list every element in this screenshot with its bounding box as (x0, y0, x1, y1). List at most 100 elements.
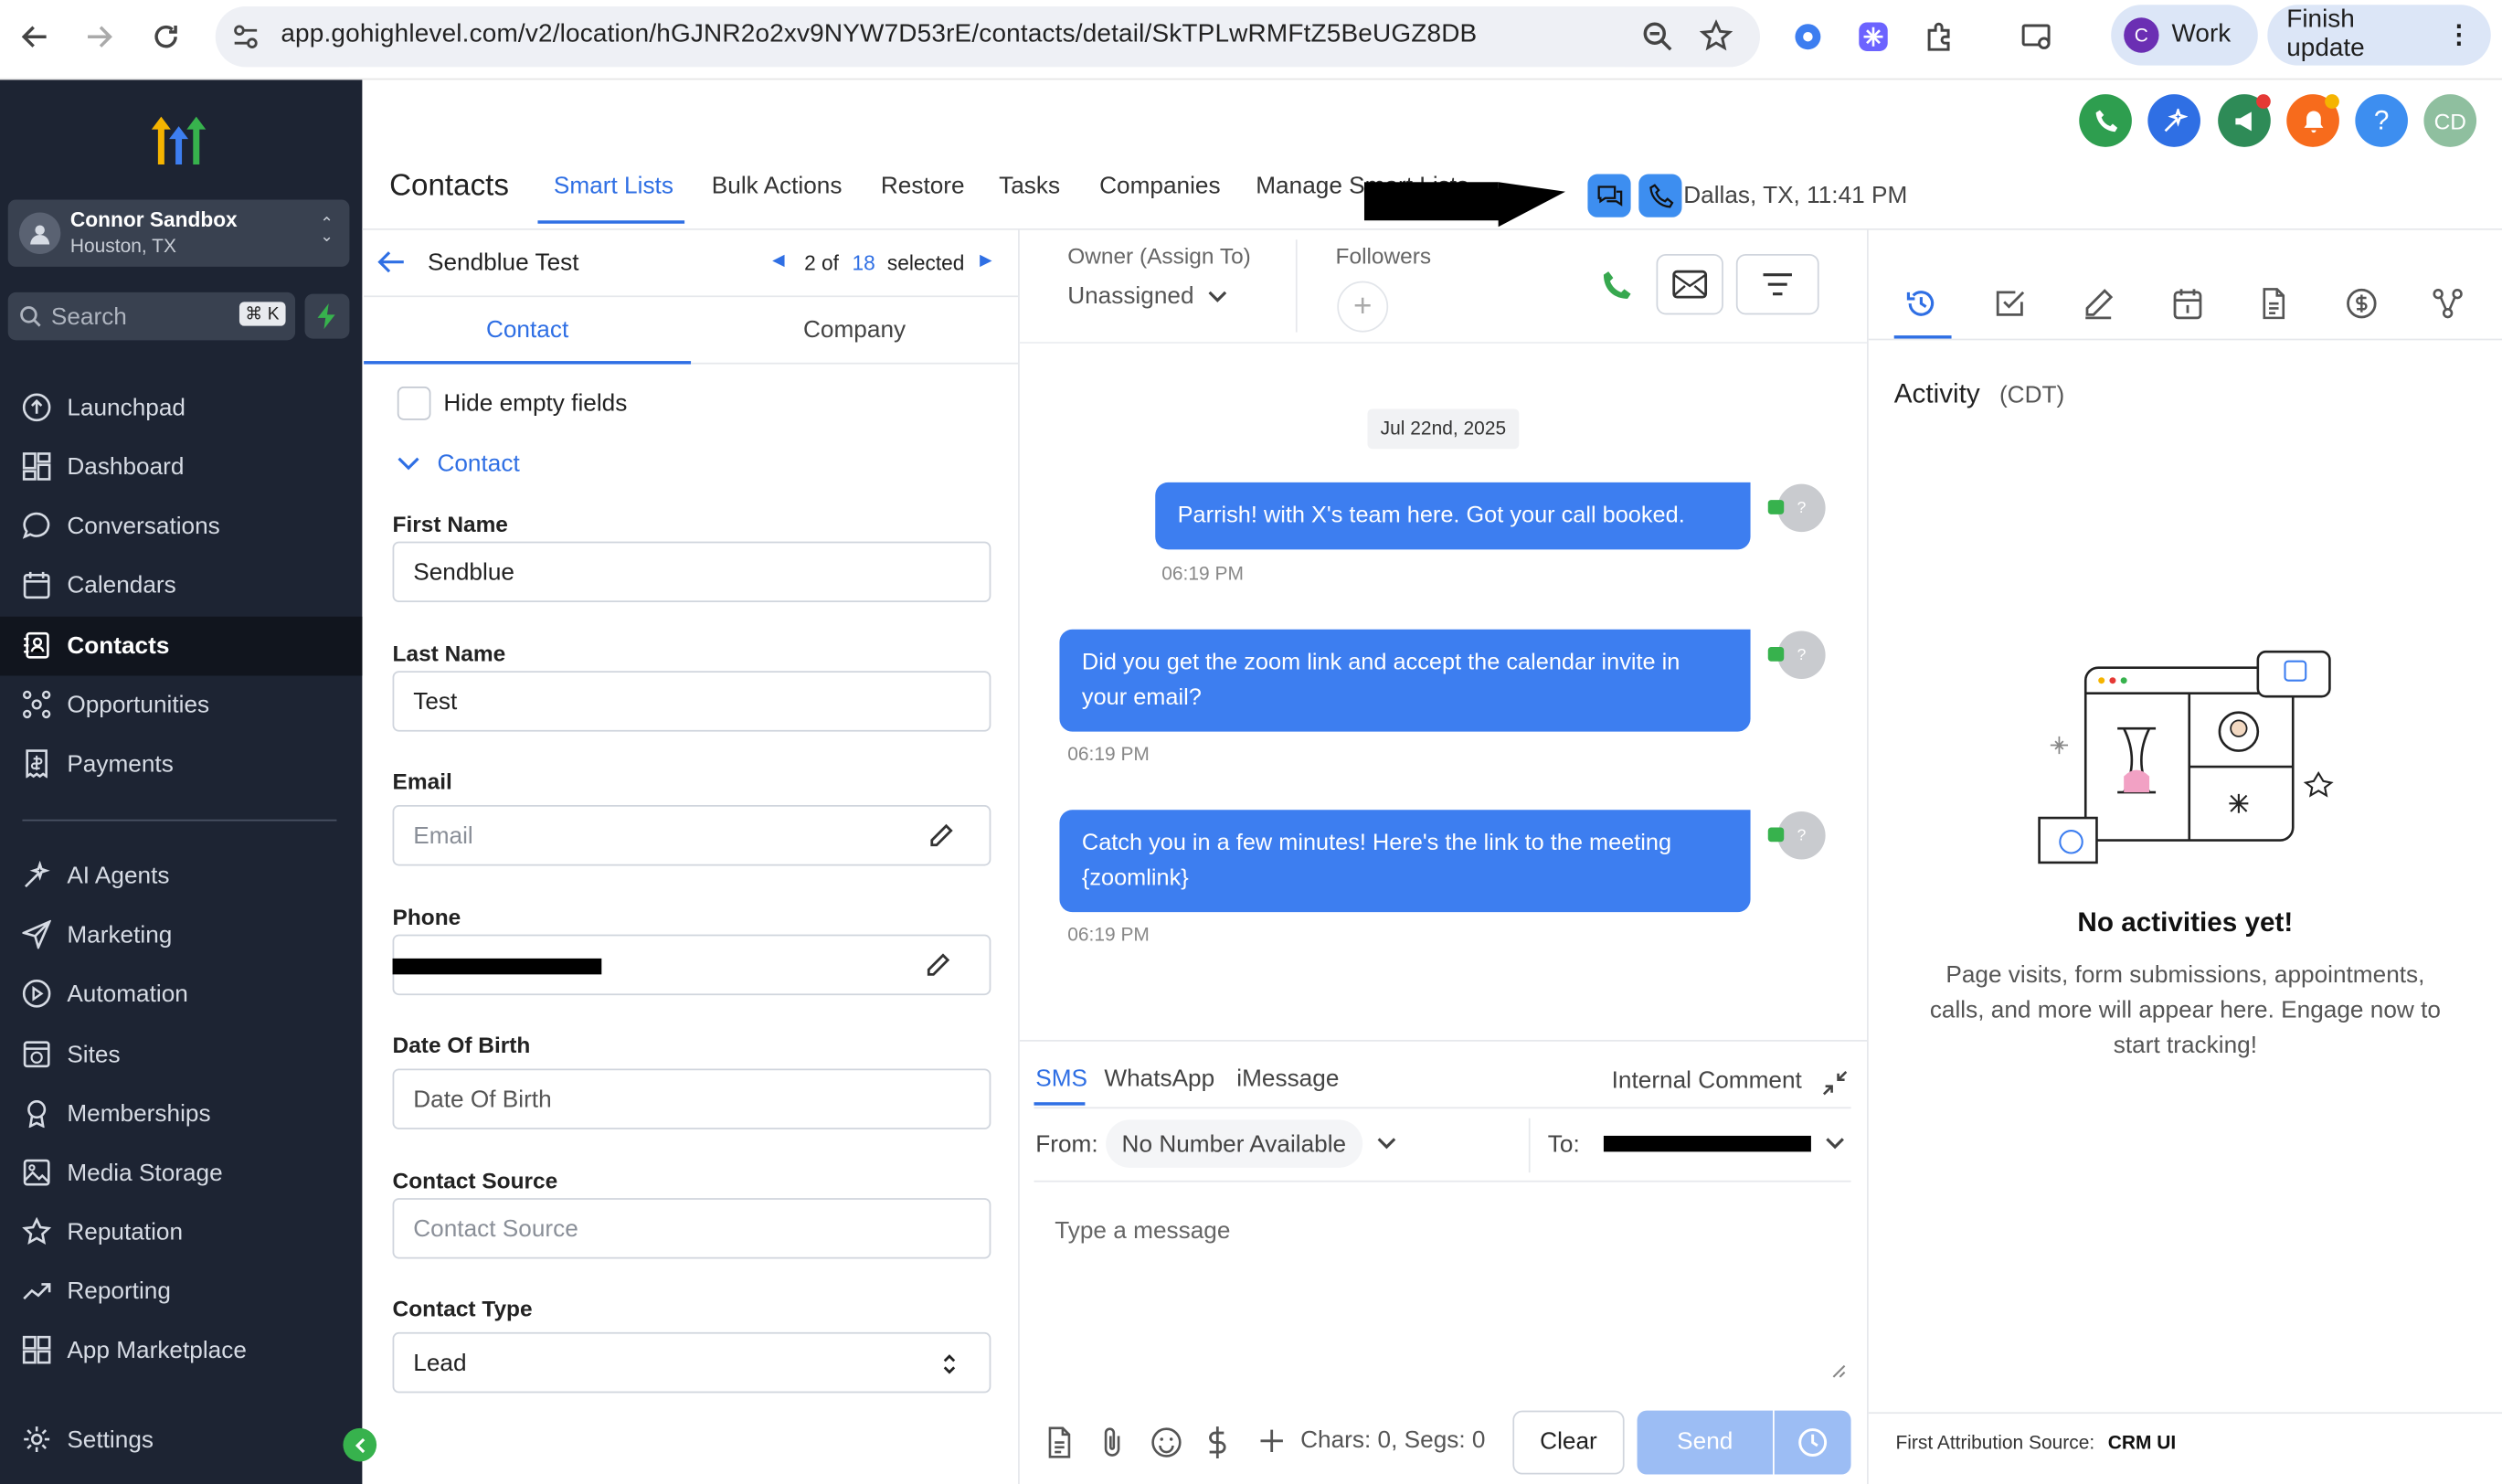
hide-empty-checkbox[interactable] (397, 387, 431, 420)
resize-handle-icon[interactable] (1830, 1362, 1846, 1378)
clear-button[interactable]: Clear (1512, 1410, 1625, 1475)
schedule-send-button[interactable] (1774, 1410, 1851, 1475)
reload-icon[interactable] (150, 21, 182, 53)
sidebar-item-marketing[interactable]: Marketing (0, 906, 362, 963)
account-switcher[interactable]: Connor Sandbox Houston, TX ⌃ ⌄ (7, 199, 350, 267)
site-settings-icon[interactable] (231, 22, 260, 50)
sidebar-item-sites[interactable]: Sites (0, 1025, 362, 1083)
notifications-button[interactable] (2286, 94, 2339, 147)
back-arrow-icon[interactable] (376, 249, 405, 275)
bookmark-star-icon[interactable] (1699, 19, 1733, 53)
dob-field[interactable]: Date Of Birth (392, 1068, 991, 1129)
user-avatar[interactable]: CD (2423, 94, 2477, 147)
activity-tab-appointments[interactable] (2172, 288, 2204, 320)
sidebar-item-contacts[interactable]: Contacts (0, 616, 363, 676)
sidebar-item-memberships[interactable]: Memberships (0, 1085, 362, 1142)
sidebar-item-label: Marketing (67, 920, 173, 949)
message-textarea[interactable]: Type a message (1034, 1190, 1851, 1382)
last-name-field[interactable]: Test (392, 671, 991, 732)
sidebar-item-conversations[interactable]: Conversations (0, 497, 362, 555)
pencil-edit-icon[interactable] (926, 952, 951, 978)
pager-next-icon[interactable]: ▶ (980, 252, 991, 270)
contact-type-select[interactable]: Lead (392, 1331, 991, 1394)
activity-tab-payments[interactable] (2346, 288, 2378, 320)
contact-source-field[interactable]: Contact Source (392, 1198, 991, 1259)
first-name-field[interactable]: Sendblue (392, 541, 991, 603)
activity-tab-notes[interactable] (2083, 288, 2115, 320)
tab-smart-lists[interactable]: Smart Lists (554, 173, 673, 200)
sidebar-item-media-storage[interactable]: Media Storage (0, 1144, 362, 1202)
cast-search-icon[interactable] (2020, 19, 2055, 54)
channel-tab-whatsapp[interactable]: WhatsApp (1104, 1065, 1214, 1093)
url-text[interactable]: app.gohighlevel.com/v2/location/hGJNR2o2… (281, 21, 1477, 49)
search-input[interactable]: Search ⌘ K (7, 292, 296, 341)
pencil-edit-icon[interactable] (928, 822, 954, 848)
tab-tasks[interactable]: Tasks (999, 173, 1060, 200)
sidebar-item-settings[interactable]: Settings (0, 1411, 362, 1468)
message-bubble[interactable]: Parrish! with X's team here. Got your ca… (1155, 482, 1751, 550)
sidebar-item-automation[interactable]: Automation (0, 965, 362, 1023)
call-button[interactable] (1638, 174, 1682, 217)
send-button[interactable]: Send (1637, 1410, 1773, 1475)
extensions-puzzle-icon[interactable] (1923, 19, 1957, 54)
sidebar: Connor Sandbox Houston, TX ⌃ ⌄ Search ⌘ K… (0, 80, 377, 1484)
sidebar-item-payments[interactable]: Payments (0, 735, 362, 792)
pager-total[interactable]: 18 (852, 250, 875, 274)
green-phone-icon[interactable] (1599, 269, 1634, 303)
tab-contact[interactable]: Contact (364, 316, 691, 344)
collapse-composer-icon[interactable] (1822, 1070, 1848, 1096)
attach-document-icon[interactable] (1045, 1426, 1074, 1458)
emoji-icon[interactable] (1150, 1426, 1182, 1458)
from-number-select[interactable]: No Number Available (1106, 1119, 1362, 1168)
phone-field[interactable] (392, 934, 991, 996)
filter-button[interactable] (1735, 253, 1819, 315)
section-contact-label[interactable]: Contact (437, 450, 519, 478)
zoom-icon[interactable] (1642, 21, 1674, 53)
activity-tab-workflows[interactable] (2432, 288, 2464, 320)
message-bubble[interactable]: Did you get the zoom link and accept the… (1059, 629, 1751, 732)
channel-tab-imessage[interactable]: iMessage (1236, 1065, 1339, 1093)
tab-company[interactable]: Company (691, 316, 1018, 344)
sidebar-item-reputation[interactable]: Reputation (0, 1203, 362, 1260)
pager-prev-icon[interactable]: ◀ (772, 252, 784, 270)
collapse-sidebar-button[interactable] (343, 1427, 377, 1462)
tab-bulk-actions[interactable]: Bulk Actions (712, 173, 843, 200)
forward-icon[interactable] (83, 21, 115, 53)
tab-restore[interactable]: Restore (881, 173, 965, 200)
sidebar-item-ai-agents[interactable]: AI Agents (0, 847, 362, 905)
extension-gear-icon[interactable] (1790, 19, 1825, 54)
channel-tab-sms[interactable]: SMS (1035, 1065, 1087, 1093)
email-compose-button[interactable] (1656, 253, 1723, 315)
sidebar-item-calendars[interactable]: Calendars (0, 556, 362, 613)
from-chevron-down-icon[interactable] (1375, 1136, 1397, 1151)
announcements-button[interactable] (2218, 94, 2271, 147)
sidebar-item-opportunities[interactable]: Opportunities (0, 675, 362, 733)
payment-dollar-icon[interactable] (1204, 1425, 1230, 1459)
sidebar-item-reporting[interactable]: Reporting (0, 1262, 362, 1320)
add-more-icon[interactable] (1259, 1428, 1285, 1454)
internal-comment-tab[interactable]: Internal Comment (1612, 1067, 1802, 1095)
back-icon[interactable] (19, 21, 51, 53)
add-follower-button[interactable]: + (1337, 281, 1389, 333)
tab-companies[interactable]: Companies (1099, 173, 1220, 200)
to-chevron-down-icon[interactable] (1824, 1136, 1846, 1151)
quick-action-button[interactable] (304, 293, 350, 339)
ai-assistant-button[interactable] (2147, 94, 2200, 147)
sidebar-item-app-marketplace[interactable]: App Marketplace (0, 1321, 362, 1379)
conversation-button[interactable] (1587, 174, 1631, 217)
email-field[interactable]: Email (392, 805, 991, 866)
activity-tab-timeline[interactable] (1903, 286, 1938, 321)
paperclip-icon[interactable] (1099, 1426, 1125, 1458)
activity-tab-documents[interactable] (2260, 288, 2288, 320)
section-chevron-down-icon[interactable] (396, 453, 421, 472)
owner-select[interactable]: Unassigned (1067, 282, 1229, 310)
message-bubble[interactable]: Catch you in a few minutes! Here's the l… (1059, 810, 1751, 913)
profile-button[interactable]: C Work (2111, 5, 2258, 66)
activity-tab-tasks[interactable] (1995, 288, 2027, 320)
extension-snowflake-icon[interactable] (1856, 19, 1891, 54)
phone-dialer-button[interactable] (2079, 94, 2132, 147)
sidebar-item-dashboard[interactable]: Dashboard (0, 438, 362, 495)
finish-update-button[interactable]: Finish update ⋮ (2267, 5, 2491, 66)
sidebar-item-launchpad[interactable]: Launchpad (0, 378, 362, 436)
help-button[interactable]: ? (2355, 94, 2408, 147)
